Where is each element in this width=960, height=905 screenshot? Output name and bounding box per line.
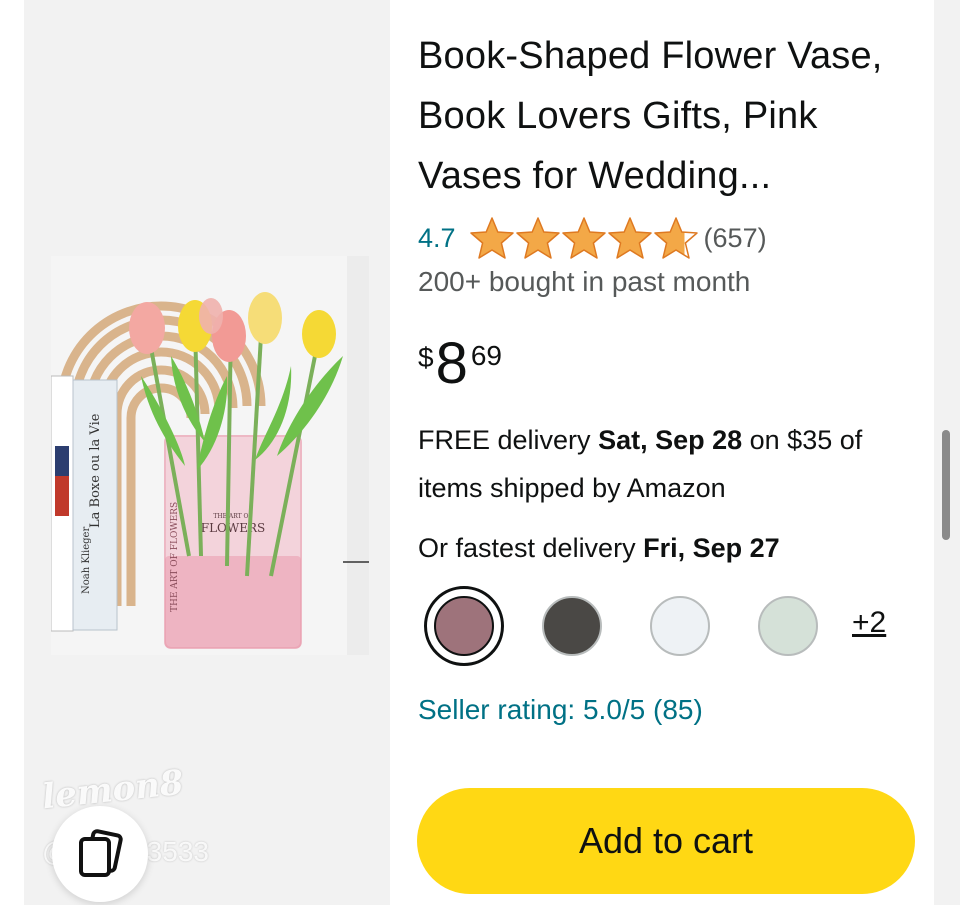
delivery-date: Sat, Sep 28 <box>598 425 743 455</box>
image-gallery-icon <box>79 829 123 877</box>
vase-label-small: THE ART OF <box>213 513 252 520</box>
color-swatches: +2 <box>424 586 886 666</box>
star-icon <box>561 217 606 259</box>
book-spine-title: La Boxe ou la Vie <box>88 413 103 528</box>
price: $ 8 69 <box>418 332 502 396</box>
color-swatch[interactable] <box>424 586 504 666</box>
star-rating <box>468 215 698 261</box>
color-swatch[interactable] <box>748 586 828 666</box>
bought-count: 200+ bought in past month <box>418 266 751 297</box>
vase-illustration: La Boxe ou la Vie Noah Klieger THE ART O… <box>51 256 369 655</box>
vase-label-big: FLOWERS <box>201 521 265 535</box>
review-count[interactable]: (657) <box>704 223 767 254</box>
fastest-delivery: Or fastest delivery Fri, Sep 27 <box>418 524 780 572</box>
add-to-cart-button[interactable]: Add to cart <box>417 788 915 894</box>
fastest-prefix: Or fastest delivery <box>418 533 644 563</box>
delivery-info: FREE delivery Sat, Sep 28 on $35 of item… <box>418 416 918 512</box>
vase-spine-text: THE ART OF FLOWERS <box>170 502 180 612</box>
fastest-date: Fri, Sep 27 <box>643 533 780 563</box>
price-currency: $ <box>418 342 434 373</box>
book-spine-author: Noah Klieger <box>81 527 92 594</box>
color-swatch-dot <box>434 596 494 656</box>
color-swatch-dot <box>758 596 818 656</box>
star-icon <box>653 217 698 259</box>
star-icon <box>607 217 652 259</box>
color-swatch-dot <box>542 596 602 656</box>
color-swatch[interactable] <box>532 586 612 666</box>
color-swatch[interactable] <box>640 586 720 666</box>
price-fraction: 69 <box>470 340 502 371</box>
rating-row[interactable]: 4.7 (657) <box>418 214 767 262</box>
product-title[interactable]: Book-Shaped Flower Vase, Book Lovers Gif… <box>418 26 918 206</box>
rating-value: 4.7 <box>418 222 456 253</box>
gallery-overlay-button[interactable] <box>52 806 148 902</box>
seller-rating[interactable]: Seller rating: 5.0/5 (85) <box>418 694 703 726</box>
color-swatch-dot <box>650 596 710 656</box>
price-whole: 8 <box>435 331 468 396</box>
star-icon <box>469 217 514 259</box>
star-icon <box>515 217 560 259</box>
scrollbar[interactable] <box>942 430 950 540</box>
more-colors-link[interactable]: +2 <box>852 606 886 640</box>
product-image[interactable]: La Boxe ou la Vie Noah Klieger THE ART O… <box>51 256 369 655</box>
delivery-prefix: FREE delivery <box>418 425 599 455</box>
